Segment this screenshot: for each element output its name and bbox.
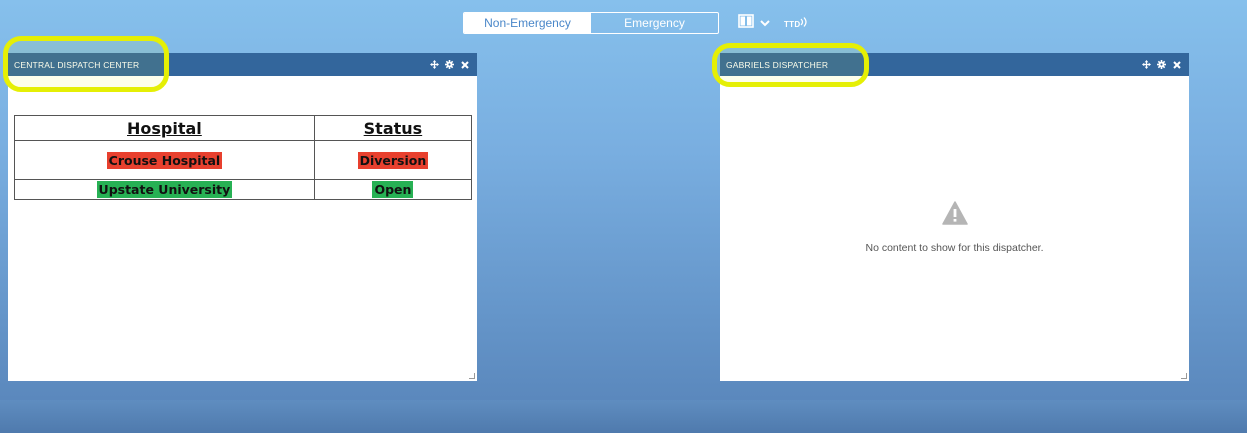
hospital-name: Crouse Hospital	[106, 151, 223, 169]
resize-handle[interactable]	[1181, 373, 1187, 379]
move-icon[interactable]	[1142, 60, 1151, 69]
gear-icon[interactable]	[1157, 60, 1166, 69]
close-icon[interactable]	[1172, 60, 1181, 69]
hospital-column-header: Hospital	[14, 115, 315, 141]
warning-icon	[941, 201, 968, 225]
bottom-bar	[0, 400, 1247, 433]
panel-controls	[1142, 60, 1181, 69]
status-column-header: Status	[313, 115, 473, 141]
gabriels-dispatcher-panel: GABRIELS DISPATCHER No content to show f…	[720, 53, 1189, 381]
hospital-status-table: Hospital Status Crouse Hospital Diversio…	[14, 115, 473, 200]
resize-handle[interactable]	[469, 373, 475, 379]
signal-icon	[801, 17, 808, 27]
central-dispatch-panel: CENTRAL DISPATCH CENTER Hospital Status …	[8, 53, 477, 381]
status-cell: Diversion	[313, 140, 473, 180]
non-emergency-tab[interactable]: Non-Emergency	[464, 13, 591, 33]
close-icon[interactable]	[460, 60, 469, 69]
gear-icon[interactable]	[445, 60, 454, 69]
panel-controls	[430, 60, 469, 69]
empty-state-icon-wrap	[720, 201, 1189, 225]
empty-state-message: No content to show for this dispatcher.	[865, 242, 1044, 254]
ttd-label: TTD	[784, 20, 801, 29]
status-badge: Diversion	[357, 151, 429, 169]
status-cell: Open	[313, 179, 473, 200]
table-row: Crouse Hospital Diversion	[14, 140, 473, 180]
table-row: Upstate University Open	[14, 179, 473, 200]
status-badge: Open	[372, 181, 414, 198]
panel-title: GABRIELS DISPATCHER	[726, 59, 829, 70]
panel-header: GABRIELS DISPATCHER	[720, 53, 1189, 76]
layout-tools: TTD	[738, 13, 808, 33]
mode-toggle: Non-Emergency Emergency	[463, 12, 719, 34]
emergency-tab[interactable]: Emergency	[591, 13, 718, 33]
hospital-cell: Upstate University	[14, 179, 315, 200]
panel-title: CENTRAL DISPATCH CENTER	[14, 59, 140, 70]
hospital-name: Upstate University	[96, 181, 233, 198]
hospital-cell: Crouse Hospital	[14, 140, 315, 180]
chevron-down-icon[interactable]	[760, 14, 770, 32]
move-icon[interactable]	[430, 60, 439, 69]
columns-icon[interactable]	[738, 13, 754, 33]
table-header-row: Hospital Status	[14, 115, 473, 141]
panel-header: CENTRAL DISPATCH CENTER	[8, 53, 477, 76]
ttd-toggle[interactable]: TTD	[784, 17, 808, 29]
